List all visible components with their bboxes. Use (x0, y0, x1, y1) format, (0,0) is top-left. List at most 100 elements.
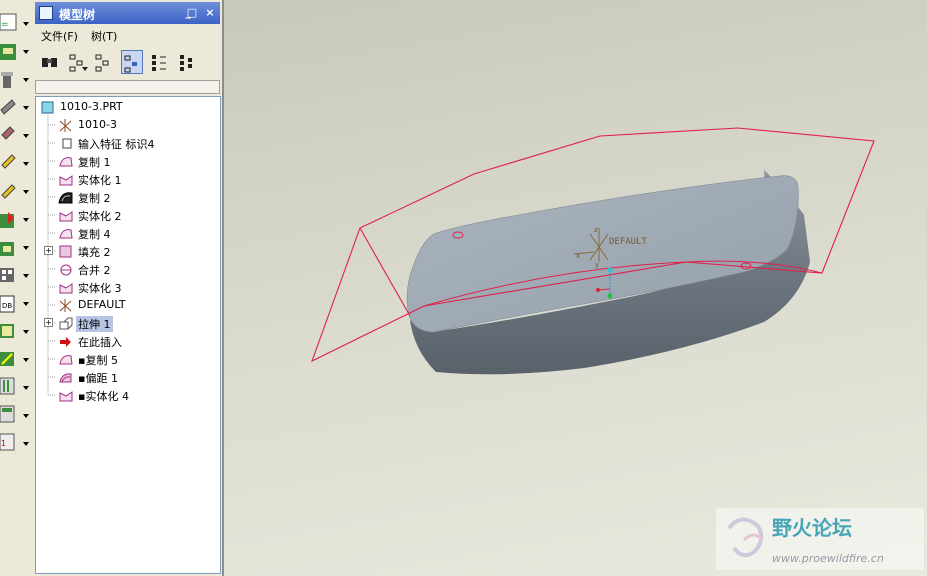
datum-curve-icon (0, 99, 16, 115)
mirror-dropdown-arrow[interactable] (23, 302, 29, 306)
layer-tree-icon (124, 55, 137, 73)
rib-tool-icon (0, 352, 14, 366)
svg-text:DB: DB (2, 302, 12, 310)
sketch-dropdown-arrow[interactable] (23, 22, 29, 26)
part-icon (41, 101, 54, 114)
menu-tree[interactable]: 树(T) (91, 28, 117, 44)
mirror-tool-icon: DB (0, 295, 15, 313)
watermark-name: 野火论坛 (772, 516, 852, 540)
tree-item-import-feature[interactable]: 输入特征 标识4 (58, 135, 208, 152)
show-layers-button[interactable] (121, 50, 143, 74)
graphics-viewport[interactable]: DEFAULT z x y 野火论坛 www.proewildfire.cn (224, 0, 927, 576)
csys-tool-icon (1, 154, 16, 169)
maximize-button[interactable]: □ (185, 6, 199, 20)
shell-tool-icon (0, 324, 14, 338)
curve-dropdown-arrow[interactable] (23, 106, 29, 110)
offset-icon (59, 373, 72, 383)
copy-surface-icon (59, 355, 73, 365)
expand-tree-button[interactable] (149, 50, 171, 74)
pattern-dropdown-arrow[interactable] (23, 274, 29, 278)
close-icon: × (205, 6, 215, 19)
tree-filter-button[interactable] (67, 50, 89, 74)
expand-extrude-1-toggle[interactable]: + (44, 318, 53, 327)
model-tree-app-icon (39, 6, 53, 20)
csys-axis-y-label: y (595, 261, 599, 269)
tree-item-extrude-1[interactable]: 拉伸 1 (58, 315, 208, 332)
tree-item-offset-1[interactable]: ▪偏距 1 (58, 369, 208, 386)
chamfer-tool-icon: 1 (0, 433, 15, 451)
shell-dropdown-arrow[interactable] (23, 330, 29, 334)
close-button[interactable]: × (203, 6, 217, 20)
analysis-tool-icon (1, 184, 16, 199)
binoculars-icon (42, 58, 57, 67)
csys-axis-z-label: z (594, 226, 598, 234)
solidify-icon (59, 211, 73, 222)
tree-columns-button[interactable] (93, 50, 115, 74)
tree-item-part[interactable]: 1010-3.PRT (40, 99, 210, 116)
datum-point-icon (1, 126, 15, 140)
svg-text:=: = (1, 20, 9, 30)
tree-item-solidify-2[interactable]: 实体化 2 (58, 207, 208, 224)
coordinate-system-icon (59, 299, 72, 312)
solidify-icon (59, 391, 73, 402)
rib-dropdown-arrow[interactable] (23, 358, 29, 362)
tree-item-copy-4[interactable]: 复制 4 (58, 225, 208, 242)
revolve-dropdown-arrow[interactable] (23, 246, 29, 250)
coordinate-system-icon (59, 119, 72, 132)
tree-item-solidify-3[interactable]: 实体化 3 (58, 279, 208, 296)
expand-tree-icon (152, 55, 166, 71)
tree-item-copy-1[interactable]: 复制 1 (58, 153, 208, 170)
tree-filter-field[interactable] (35, 80, 220, 94)
solidify-icon (59, 175, 73, 186)
tree-toolbar (35, 48, 220, 78)
tree-item-insert-here[interactable]: 在此插入 (58, 333, 208, 350)
datum-plane-icon (0, 44, 16, 60)
solidify-icon (59, 283, 73, 294)
fill-icon (59, 245, 72, 258)
merge-icon (60, 264, 72, 276)
model-view: DEFAULT z x y 野火论坛 www.proewildfire.cn (311, 127, 924, 570)
tree-item-copy-2[interactable]: 复制 2 (58, 189, 208, 206)
model-tree-title-bar[interactable]: 模型树 _ □ × (35, 2, 220, 24)
menu-file[interactable]: 文件(F) (41, 28, 78, 44)
copy-surface-icon (59, 229, 73, 239)
plane-dropdown-arrow[interactable] (23, 50, 29, 54)
extrude-icon (59, 317, 73, 330)
import-feature-icon (62, 138, 72, 149)
datum-axis-icon (1, 72, 13, 88)
tree-item-fill-2[interactable]: 填充 2 (58, 243, 208, 260)
collapse-tree-button[interactable] (177, 50, 199, 74)
forum-watermark: 野火论坛 www.proewildfire.cn (716, 508, 924, 570)
pattern-tool-icon (0, 268, 14, 282)
draft-tool-icon (0, 377, 15, 395)
tree-item-merge-2[interactable]: 合并 2 (58, 261, 208, 278)
tree-item-copy-5[interactable]: ▪复制 5 (58, 351, 208, 368)
round-dropdown-arrow[interactable] (23, 414, 29, 418)
round-tool-icon (0, 405, 15, 423)
model-tree-panel: 模型树 _ □ × 文件(F) 树(T) 1010-3.PRT 1010-3 输… (33, 0, 224, 576)
analysis-dropdown-arrow[interactable] (23, 190, 29, 194)
expand-fill-2-toggle[interactable]: + (44, 246, 53, 255)
copy-surface-dark-icon (58, 192, 73, 204)
tree-filter-icon (69, 54, 88, 72)
axis-dropdown-arrow[interactable] (23, 78, 29, 82)
draft-dropdown-arrow[interactable] (23, 386, 29, 390)
tree-item-solidify-1[interactable]: 实体化 1 (58, 171, 208, 188)
left-toolbar: = DB 1 (0, 0, 34, 576)
chamfer-dropdown-arrow[interactable] (23, 442, 29, 446)
model-tree: 1010-3.PRT 1010-3 输入特征 标识4 复制 1 实体化 1 复制… (35, 96, 221, 574)
find-button[interactable] (39, 50, 61, 74)
insert-here-arrow-icon (60, 337, 71, 347)
point-dropdown-arrow[interactable] (23, 134, 29, 138)
watermark-url: www.proewildfire.cn (772, 552, 884, 565)
extrude-tool-icon (0, 212, 14, 228)
tree-columns-icon (95, 54, 109, 72)
sketch-tool-icon: = (0, 13, 17, 31)
tree-item-csys-1010-3[interactable]: 1010-3 (58, 117, 208, 134)
extrude-dropdown-arrow[interactable] (23, 218, 29, 222)
menu-bar: 文件(F) 树(T) (35, 26, 220, 44)
csys-dropdown-arrow[interactable] (23, 162, 29, 166)
tree-item-solidify-4[interactable]: ▪实体化 4 (58, 387, 208, 404)
model-tree-title: 模型树 (59, 8, 96, 22)
tree-item-csys-default[interactable]: DEFAULT (58, 297, 208, 314)
